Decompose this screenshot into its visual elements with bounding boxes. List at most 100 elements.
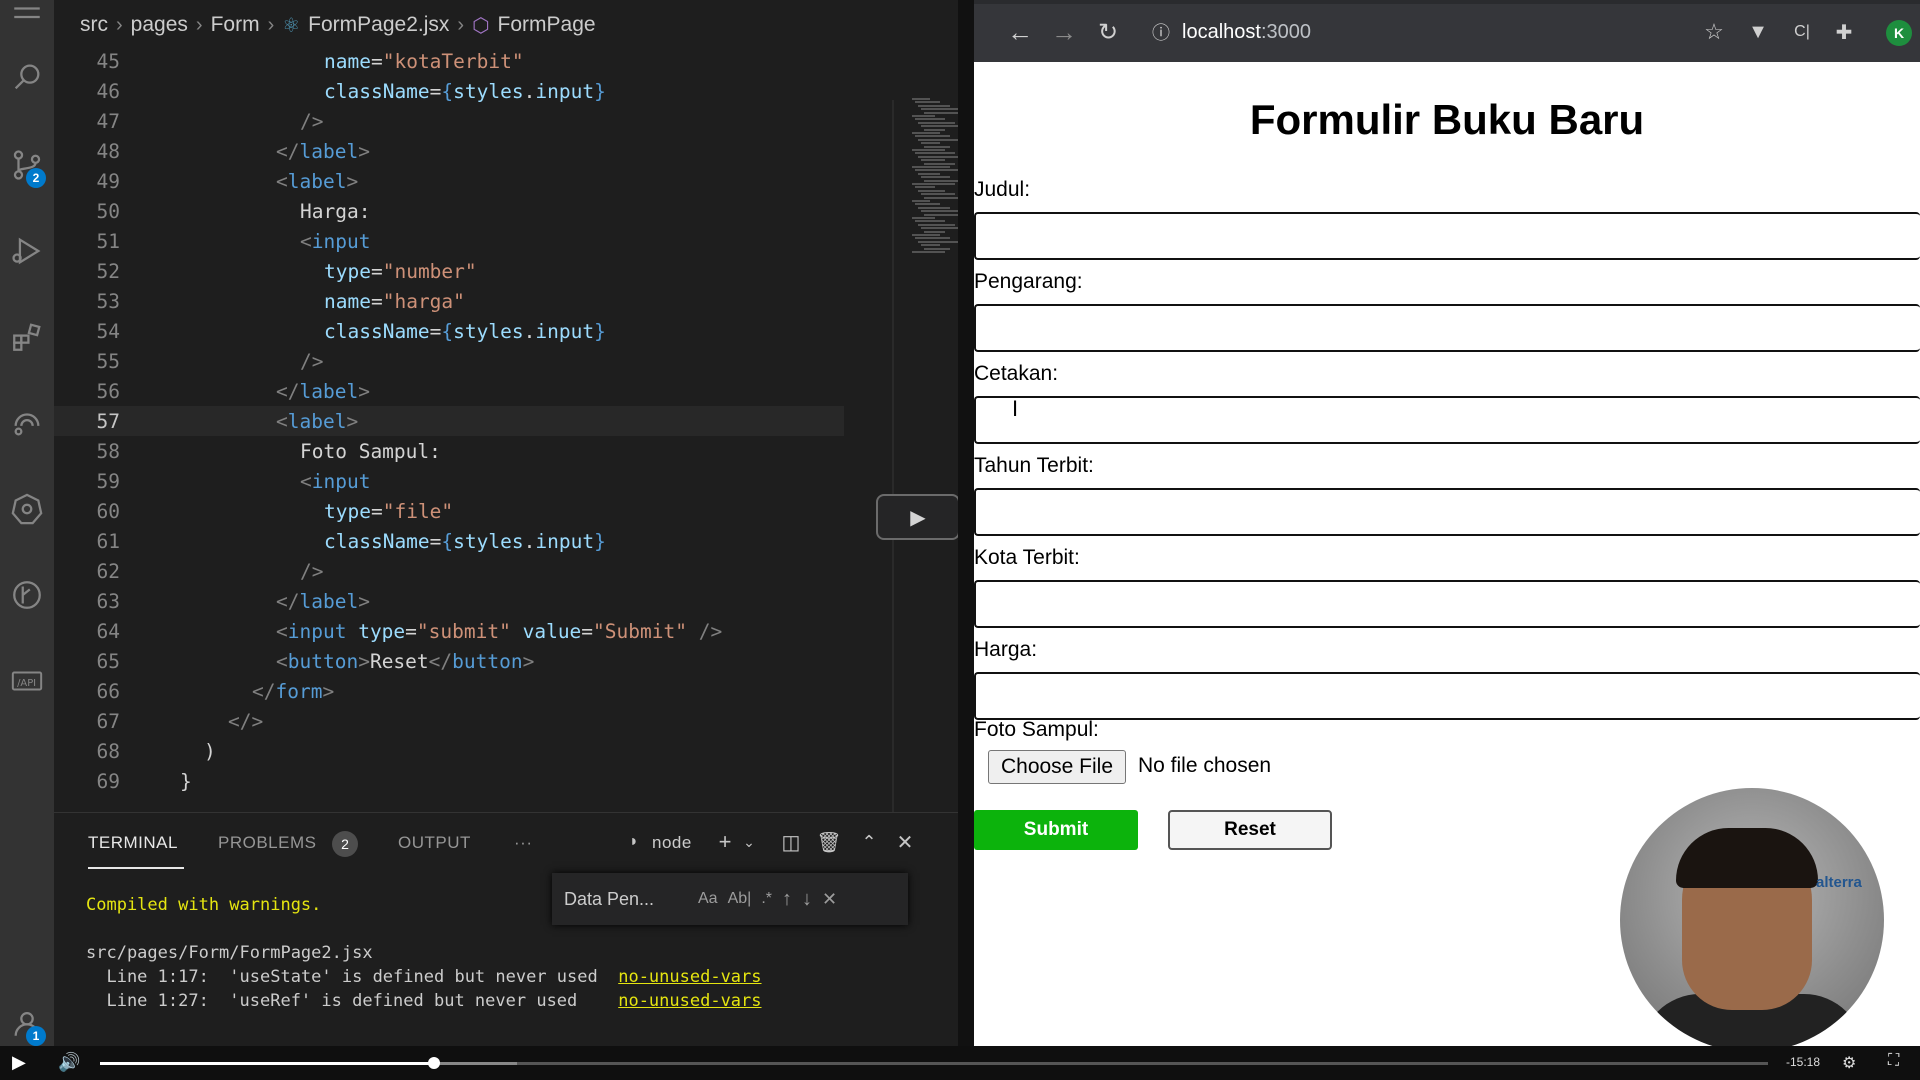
minimap-line bbox=[912, 234, 940, 236]
form-text-input[interactable] bbox=[974, 304, 1920, 352]
eslint-rule-link[interactable]: no-unused-vars bbox=[618, 967, 761, 987]
code-line[interactable]: 67 </> bbox=[54, 706, 844, 736]
code-line[interactable]: 57 <label> bbox=[54, 406, 844, 436]
code-editor[interactable]: 45 name="kotaTerbit" 46 className={styles.i… bbox=[54, 50, 970, 860]
tab-strip bbox=[974, 0, 1920, 4]
line-number: 45 bbox=[96, 49, 120, 73]
submit-button[interactable]: Submit bbox=[974, 810, 1138, 850]
extensions-puzzle-icon[interactable]: ✚ bbox=[1830, 18, 1858, 46]
code-line[interactable]: 60 type="file" bbox=[54, 496, 844, 526]
close-panel-icon[interactable]: ✕ bbox=[890, 827, 920, 857]
form-text-input[interactable] bbox=[974, 488, 1920, 536]
bookmark-star-icon[interactable]: ☆ bbox=[1700, 18, 1728, 46]
trash-icon[interactable]: 🗑 bbox=[814, 827, 844, 857]
terminal-output[interactable]: Compiled with warnings. src/pages/Form/Fo… bbox=[86, 895, 762, 1015]
breadcrumb-item[interactable]: FormPage bbox=[498, 13, 596, 37]
settings-gear-icon[interactable]: ⚙ bbox=[1842, 1053, 1856, 1073]
reset-button[interactable]: Reset bbox=[1168, 810, 1332, 850]
code-line[interactable]: 51 <input bbox=[54, 226, 844, 256]
code-line[interactable]: 45 name="kotaTerbit" bbox=[54, 46, 844, 76]
form-text-input[interactable] bbox=[974, 580, 1920, 628]
code-line[interactable]: 48 </label> bbox=[54, 136, 844, 166]
extension-icon[interactable]: C| bbox=[1788, 18, 1816, 46]
chevron-down-icon[interactable]: ⌄ bbox=[734, 827, 764, 857]
maximize-panel-icon[interactable]: ⌃ bbox=[854, 827, 884, 857]
code-line[interactable]: 52 type="number" bbox=[54, 256, 844, 286]
code-line[interactable]: 56 </label> bbox=[54, 376, 844, 406]
code-line[interactable]: 49 <label> bbox=[54, 166, 844, 196]
accounts-icon[interactable]: 1 bbox=[0, 996, 54, 1050]
code-text: Foto Sampul: bbox=[300, 439, 441, 463]
editor-scrollbar[interactable] bbox=[892, 100, 894, 860]
code-line[interactable]: 69} bbox=[54, 766, 844, 796]
form-text-input[interactable] bbox=[974, 672, 1920, 720]
code-line[interactable]: 62 /> bbox=[54, 556, 844, 586]
form-text-input[interactable] bbox=[974, 212, 1920, 260]
code-line[interactable]: 46 className={styles.input} bbox=[54, 76, 844, 106]
breadcrumb-item[interactable]: FormPage2.jsx bbox=[308, 13, 449, 37]
fullscreen-icon[interactable]: ⛶ bbox=[1888, 1052, 1899, 1070]
tab-terminal[interactable]: TERMINAL bbox=[88, 833, 178, 853]
video-progress-track[interactable] bbox=[100, 1057, 1768, 1069]
tab-output[interactable]: OUTPUT bbox=[398, 833, 471, 853]
more-tabs-icon[interactable]: ··· bbox=[514, 833, 532, 853]
site-info-icon[interactable]: ⓘ bbox=[1152, 19, 1170, 45]
code-text: /> bbox=[300, 349, 324, 373]
source-control-icon[interactable]: 2 bbox=[0, 138, 54, 192]
minimap-line bbox=[912, 98, 930, 100]
profile-avatar[interactable]: K bbox=[1886, 20, 1912, 46]
breadcrumb-item[interactable]: src bbox=[80, 13, 108, 37]
minimap-line bbox=[915, 152, 955, 155]
file-field-label: Foto Sampul: bbox=[974, 718, 1099, 741]
code-line[interactable]: 53 name="harga" bbox=[54, 286, 844, 316]
previous-match-icon[interactable]: ↑ bbox=[782, 888, 792, 911]
remote-explorer-icon[interactable] bbox=[0, 396, 54, 450]
api-icon[interactable]: /API bbox=[0, 654, 54, 708]
code-line[interactable]: 50 Harga: bbox=[54, 196, 844, 226]
volume-icon[interactable]: 🔊 bbox=[58, 1052, 80, 1073]
code-text: </label> bbox=[276, 139, 370, 163]
code-line[interactable]: 54 className={styles.input} bbox=[54, 316, 844, 346]
tab-problems[interactable]: PROBLEMS bbox=[218, 833, 316, 853]
terminal-shell-name[interactable]: node bbox=[652, 833, 692, 853]
code-line[interactable]: 66 </form> bbox=[54, 676, 844, 706]
video-scrubber-handle[interactable] bbox=[427, 1057, 440, 1069]
code-line[interactable]: 47 /> bbox=[54, 106, 844, 136]
forward-icon[interactable]: → bbox=[1048, 16, 1080, 48]
line-number: 69 bbox=[96, 769, 120, 793]
vue-devtools-icon[interactable]: ▼ bbox=[1744, 18, 1772, 46]
split-terminal-icon[interactable]: ◫ bbox=[776, 827, 806, 857]
code-text: Harga: bbox=[300, 199, 371, 223]
code-line[interactable]: 61 className={styles.input} bbox=[54, 526, 844, 556]
code-line[interactable]: 58 Foto Sampul: bbox=[54, 436, 844, 466]
close-find-icon[interactable]: ✕ bbox=[822, 889, 837, 910]
regex-icon[interactable]: .* bbox=[761, 890, 772, 908]
kubernetes-icon[interactable] bbox=[0, 482, 54, 536]
reload-icon[interactable]: ↻ bbox=[1092, 16, 1124, 48]
line-number: 51 bbox=[96, 229, 120, 253]
breadcrumb-item[interactable]: pages bbox=[131, 13, 188, 37]
code-line[interactable]: 63 </label> bbox=[54, 586, 844, 616]
menu-icon[interactable] bbox=[0, 0, 54, 44]
breadcrumb-item[interactable]: Form bbox=[211, 13, 260, 37]
eslint-rule-link[interactable]: no-unused-vars bbox=[618, 991, 761, 1011]
address-bar[interactable]: ⓘ localhost:3000 bbox=[1138, 12, 1698, 52]
choose-file-button[interactable]: Choose File bbox=[988, 750, 1126, 784]
terminal-line: Line 1:27: 'useRef' is defined but never… bbox=[86, 991, 761, 1015]
minimap-line bbox=[921, 244, 940, 247]
code-line[interactable]: 68) bbox=[54, 736, 844, 766]
search-icon[interactable] bbox=[0, 50, 54, 104]
play-icon[interactable]: ▶ bbox=[876, 494, 960, 540]
next-match-icon[interactable]: ↓ bbox=[802, 888, 812, 911]
code-line[interactable]: 55 /> bbox=[54, 346, 844, 376]
form-text-input[interactable] bbox=[974, 396, 1920, 444]
play-icon[interactable]: ▶ bbox=[12, 1052, 26, 1073]
minimap-line bbox=[924, 145, 950, 148]
timeline-icon[interactable] bbox=[0, 568, 54, 622]
back-icon[interactable]: ← bbox=[1004, 16, 1036, 48]
code-line[interactable]: 65 <button>Reset</button> bbox=[54, 646, 844, 676]
run-debug-icon[interactable] bbox=[0, 224, 54, 278]
extensions-icon[interactable] bbox=[0, 310, 54, 364]
code-line[interactable]: 64 <input type="submit" value="Submit" /> bbox=[54, 616, 844, 646]
code-line[interactable]: 59 <input bbox=[54, 466, 844, 496]
